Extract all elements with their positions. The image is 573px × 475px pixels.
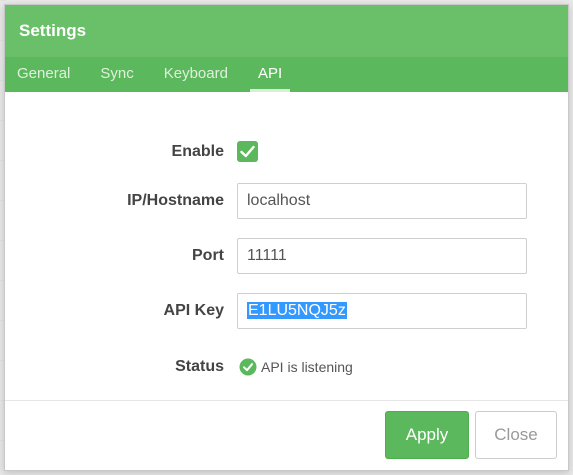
- tab-api[interactable]: API: [249, 57, 291, 92]
- hostname-input[interactable]: localhost: [237, 183, 527, 219]
- port-input[interactable]: 11111: [237, 238, 527, 274]
- check-circle-icon: [239, 358, 257, 376]
- apply-button[interactable]: Apply: [385, 411, 469, 459]
- api-key-row: API Key E1LU5NQJ5z: [5, 293, 568, 329]
- api-key-input[interactable]: E1LU5NQJ5z: [237, 293, 527, 329]
- tab-keyboard[interactable]: Keyboard: [156, 57, 236, 92]
- hostname-row: IP/Hostname localhost: [5, 183, 568, 219]
- status-text: API is listening: [261, 359, 353, 375]
- port-label: Port: [192, 247, 224, 264]
- enable-checkbox[interactable]: [237, 141, 258, 162]
- hostname-label: IP/Hostname: [127, 192, 224, 209]
- status-label: Status: [175, 358, 224, 375]
- port-row: Port 11111: [5, 238, 568, 274]
- dialog-footer: Apply Close: [5, 400, 568, 470]
- enable-row: Enable: [5, 134, 568, 170]
- tab-sync[interactable]: Sync: [92, 57, 141, 92]
- tab-bar: General Sync Keyboard API: [5, 57, 568, 92]
- checkmark-icon: [240, 145, 255, 158]
- dialog-title: Settings: [5, 5, 568, 57]
- settings-form: Enable IP/Hostname localhost Port 11111 …: [5, 92, 568, 405]
- status-indicator: API is listening: [239, 349, 353, 385]
- tab-general[interactable]: General: [9, 57, 78, 92]
- enable-label: Enable: [171, 143, 224, 160]
- api-key-label: API Key: [163, 302, 224, 319]
- status-row: Status API is listening: [5, 349, 568, 385]
- api-key-selected-text: E1LU5NQJ5z: [247, 302, 347, 319]
- settings-dialog: Settings General Sync Keyboard API Enabl…: [4, 4, 569, 471]
- close-button[interactable]: Close: [475, 411, 557, 459]
